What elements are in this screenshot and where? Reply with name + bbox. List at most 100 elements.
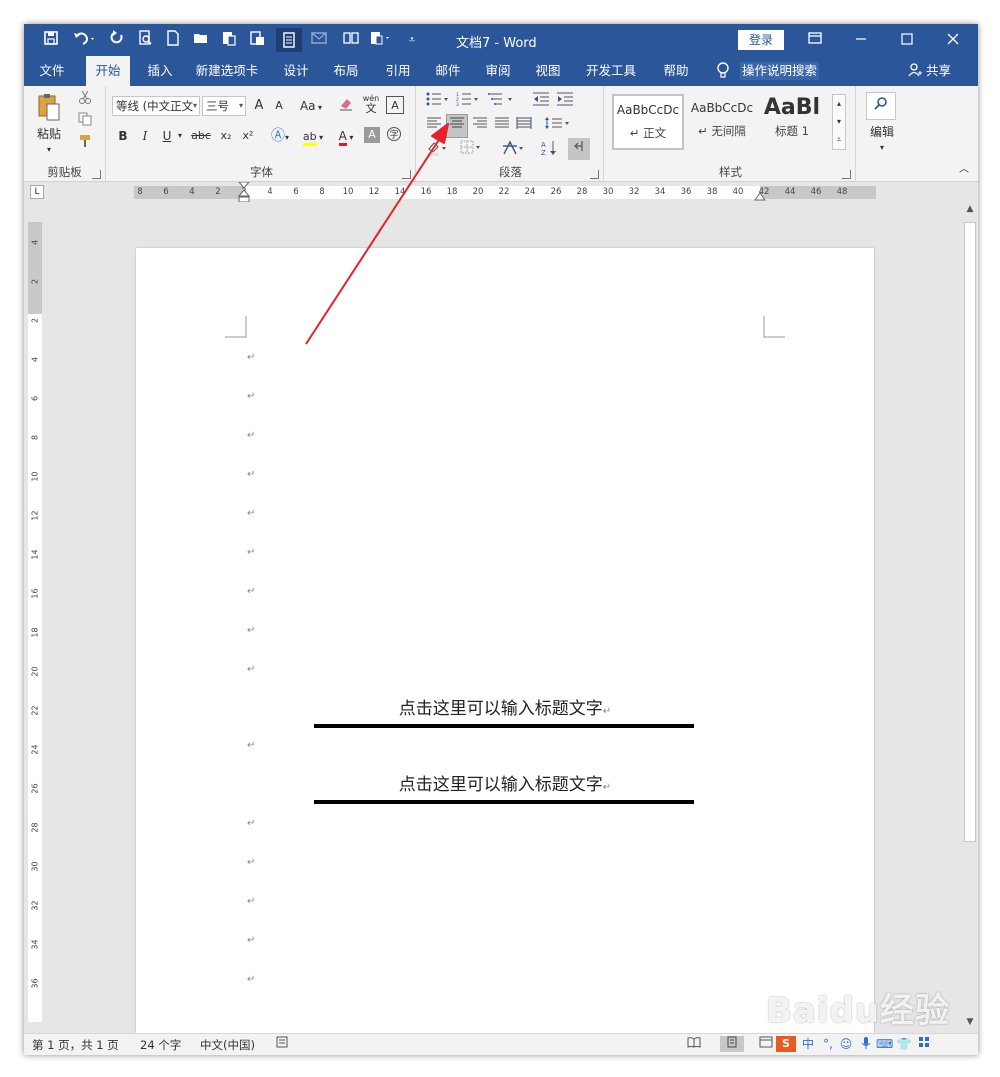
increase-indent-icon[interactable]	[554, 92, 576, 112]
tab-view[interactable]: 视图	[526, 56, 570, 86]
tell-me-search[interactable]: 操作说明搜索	[740, 62, 820, 80]
minimize-icon[interactable]	[844, 28, 878, 52]
tab-help[interactable]: 帮助	[654, 56, 698, 86]
borders-icon[interactable]	[458, 140, 488, 160]
ime-voice-icon[interactable]	[858, 1036, 874, 1052]
shading-icon[interactable]	[424, 140, 454, 160]
tab-file[interactable]: 文件	[30, 56, 74, 86]
scroll-down-icon[interactable]: ▼	[962, 1017, 978, 1031]
tab-mailings[interactable]: 邮件	[426, 56, 470, 86]
align-right-icon[interactable]	[470, 116, 490, 136]
format-painter-icon[interactable]	[74, 134, 96, 154]
open-folder-icon[interactable]	[190, 30, 212, 50]
enclose-characters-icon[interactable]: 字	[384, 126, 404, 146]
macro-record-icon[interactable]	[274, 1036, 290, 1052]
tab-insert[interactable]: 插入	[138, 56, 182, 86]
close-icon[interactable]	[936, 28, 970, 52]
italic-button[interactable]: I	[136, 126, 154, 146]
columns-icon[interactable]	[340, 30, 362, 50]
right-indent-marker-icon[interactable]	[754, 190, 766, 202]
horizontal-ruler[interactable]: 8642246810121416182022242628303234363840…	[134, 181, 876, 203]
chinese-layout-icon[interactable]	[500, 140, 530, 160]
print-preview-icon[interactable]	[134, 30, 156, 50]
decrease-indent-icon[interactable]	[530, 92, 552, 112]
style-no-spacing[interactable]: AaBbCcDc ↵ 无间隔	[686, 94, 758, 150]
scroll-thumb[interactable]	[964, 222, 976, 842]
tab-selector-icon[interactable]: L	[30, 185, 44, 199]
email-icon[interactable]	[308, 30, 330, 50]
highlight-button[interactable]: ab ▾	[298, 126, 328, 146]
font-name-combo[interactable]: 等线 (中文正文 ▾	[112, 96, 200, 116]
chevron-down-icon[interactable]: ▾	[833, 113, 845, 131]
paragraph-launcher-icon[interactable]	[590, 170, 599, 179]
tab-developer[interactable]: 开发工具	[580, 56, 642, 86]
character-border-icon[interactable]: A	[386, 96, 404, 114]
phonetic-guide-button[interactable]: wén 文	[360, 94, 382, 114]
font-color-button[interactable]: A ▾	[332, 126, 360, 146]
style-normal[interactable]: AaBbCcDc ↵ 正文	[612, 94, 684, 150]
maximize-icon[interactable]	[890, 28, 924, 52]
tab-layout[interactable]: 布局	[324, 56, 368, 86]
tab-references[interactable]: 引用	[376, 56, 420, 86]
superscript-button[interactable]: x²	[238, 126, 258, 146]
style-heading-1[interactable]: AaBl 标题 1	[760, 94, 824, 150]
strikethrough-button[interactable]: abc	[188, 126, 214, 146]
scroll-up-icon[interactable]: ▲	[962, 204, 978, 218]
ime-toolbox-icon[interactable]	[916, 1036, 932, 1052]
character-shading-button[interactable]: A	[364, 127, 380, 143]
shrink-font-button[interactable]: A	[270, 96, 288, 116]
ime-skin-icon[interactable]: 👕	[896, 1036, 912, 1052]
ime-chinese-icon[interactable]: 中	[800, 1036, 816, 1052]
tab-review[interactable]: 审阅	[476, 56, 520, 86]
title-placeholder-1[interactable]: 点击这里可以输入标题文字↵	[136, 694, 874, 719]
document-properties-icon[interactable]	[366, 30, 396, 50]
distributed-icon[interactable]	[514, 116, 534, 136]
title-placeholder-2[interactable]: 点击这里可以输入标题文字↵	[136, 770, 874, 795]
font-launcher-icon[interactable]	[402, 170, 411, 179]
show-formatting-marks-icon[interactable]	[568, 138, 590, 160]
ribbon-display-options-icon[interactable]	[798, 28, 832, 52]
tab-design[interactable]: 设计	[274, 56, 318, 86]
line-spacing-icon[interactable]	[542, 116, 574, 136]
paste-icon[interactable]	[32, 92, 66, 124]
input-method-logo-icon[interactable]: S	[776, 1036, 796, 1052]
bold-button[interactable]: B	[114, 126, 132, 146]
justify-icon[interactable]	[492, 116, 512, 136]
document-page[interactable]: ↵ ↵ ↵ ↵ ↵ ↵ ↵ ↵ ↵ 点击这里可以输入标题文字↵ ↵ 点击这里可以…	[136, 248, 874, 1033]
grow-font-button[interactable]: A	[250, 96, 268, 116]
print-layout-icon[interactable]	[720, 1036, 744, 1052]
ime-keyboard-icon[interactable]: ⌨	[876, 1036, 893, 1052]
undo-icon[interactable]	[70, 30, 100, 50]
share-button[interactable]: 共享	[908, 56, 951, 86]
cut-icon[interactable]	[74, 90, 96, 110]
underline-dropdown-icon[interactable]: ▾	[174, 126, 186, 146]
more-styles-icon[interactable]: ⩡	[833, 131, 845, 149]
paste-dropdown-icon[interactable]: ▾	[32, 140, 66, 160]
search-icon[interactable]	[866, 92, 896, 120]
styles-scroll-buttons[interactable]: ▴ ▾ ⩡	[832, 94, 846, 150]
redo-icon[interactable]	[106, 30, 128, 50]
ime-emoji-icon[interactable]: ☺	[838, 1036, 854, 1052]
ruler-icon[interactable]	[246, 30, 268, 50]
new-document-icon[interactable]	[162, 30, 184, 50]
bullets-icon[interactable]	[424, 92, 452, 112]
editing-dropdown-icon[interactable]: ▾	[862, 138, 902, 158]
save-icon[interactable]	[40, 30, 62, 50]
vertical-scrollbar[interactable]: ▲ ▼	[962, 202, 978, 1033]
clear-formatting-icon[interactable]	[336, 96, 356, 116]
styles-launcher-icon[interactable]	[842, 170, 851, 179]
numbering-icon[interactable]: 123	[454, 92, 482, 112]
tab-home[interactable]: 开始	[86, 56, 130, 86]
paste-special-icon[interactable]	[218, 30, 240, 50]
reading-mode-icon[interactable]	[276, 28, 302, 52]
change-case-button[interactable]: Aa ▾	[294, 96, 328, 116]
chevron-up-icon[interactable]: ▴	[833, 95, 845, 113]
login-button[interactable]: 登录	[738, 30, 784, 50]
copy-icon[interactable]	[74, 112, 96, 132]
collapse-ribbon-icon[interactable]: ︿	[956, 160, 972, 180]
ime-punctuation-icon[interactable]: °,	[820, 1036, 836, 1052]
multilevel-list-icon[interactable]	[486, 92, 516, 112]
customize-icon[interactable]: ⩡	[404, 30, 420, 50]
read-mode-icon[interactable]	[686, 1036, 702, 1052]
web-layout-icon[interactable]	[758, 1036, 774, 1052]
